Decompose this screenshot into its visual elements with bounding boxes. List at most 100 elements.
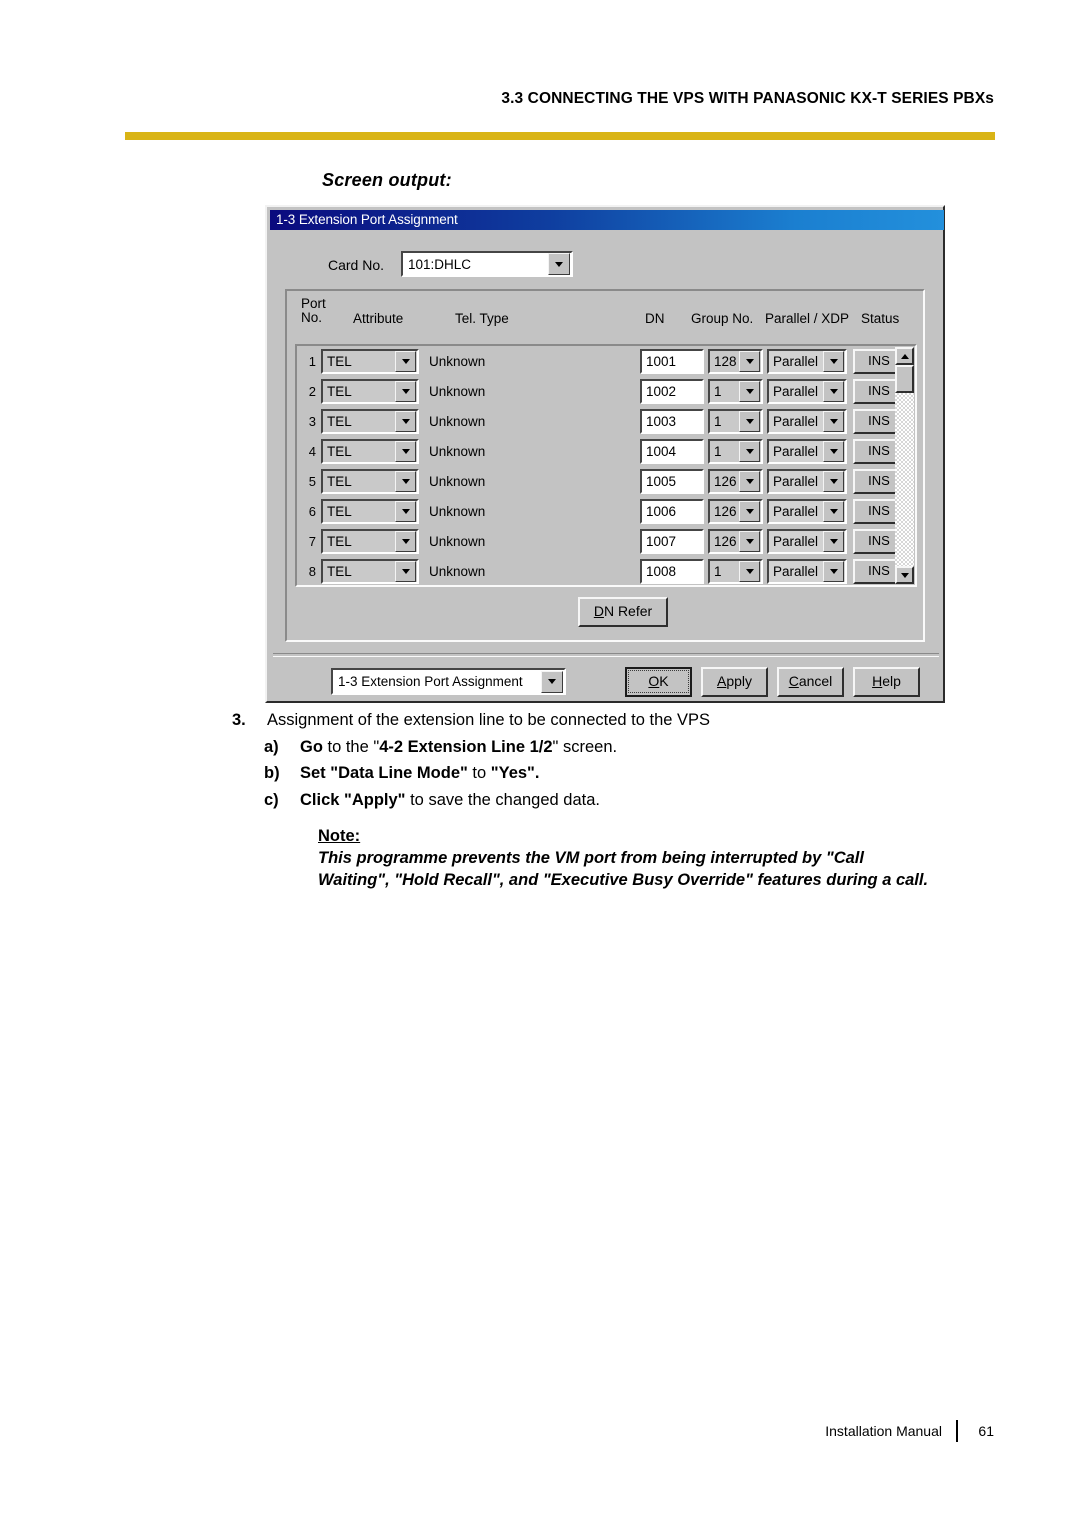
attribute-select[interactable]: TEL — [321, 349, 419, 374]
dn-input[interactable]: 1006 — [640, 499, 704, 524]
attribute-select[interactable]: TEL — [321, 499, 419, 524]
tel-type-value: Unknown — [429, 414, 486, 429]
help-label: elp — [882, 673, 901, 689]
chevron-down-icon[interactable] — [823, 471, 844, 492]
apply-accel: A — [716, 673, 727, 689]
attribute-select[interactable]: TEL — [321, 409, 419, 434]
group-no-select[interactable]: 1 — [708, 439, 763, 464]
attribute-select[interactable]: TEL — [321, 559, 419, 584]
scroll-down-icon[interactable] — [895, 566, 914, 584]
dn-input[interactable]: 1007 — [640, 529, 704, 554]
parallel-xdp-value: Parallel — [773, 564, 819, 579]
group-no-select[interactable]: 126 — [708, 529, 763, 554]
group-no-select[interactable]: 128 — [708, 349, 763, 374]
attribute-select[interactable]: TEL — [321, 469, 419, 494]
table-row: 6 TEL Unknown 1006 126 Parallel INS — [297, 497, 915, 527]
dn-input[interactable]: 1003 — [640, 409, 704, 434]
scrollbar-track[interactable] — [895, 365, 914, 566]
group-no-select[interactable]: 1 — [708, 409, 763, 434]
chevron-down-icon[interactable] — [823, 561, 844, 582]
chevron-down-icon[interactable] — [823, 441, 844, 462]
help-accel: H — [872, 673, 883, 689]
table-row: 7 TEL Unknown 1007 126 Parallel INS — [297, 527, 915, 557]
footer-divider — [956, 1420, 958, 1442]
chevron-down-icon[interactable] — [739, 531, 760, 552]
attribute-value: TEL — [327, 474, 352, 489]
column-header-dn: DN — [645, 311, 665, 326]
tel-type-value: Unknown — [429, 534, 486, 549]
step-3-number: 3. — [232, 711, 246, 729]
chevron-down-icon[interactable] — [395, 351, 416, 372]
attribute-select[interactable]: TEL — [321, 439, 419, 464]
apply-button[interactable]: Apply — [701, 667, 768, 697]
apply-label: pply — [726, 673, 753, 689]
step-3a-mid2: " screen. — [552, 737, 618, 756]
dn-input[interactable]: 1005 — [640, 469, 704, 494]
group-no-select[interactable]: 126 — [708, 469, 763, 494]
chevron-down-icon[interactable] — [739, 351, 760, 372]
step-3a-bold2: 4-2 Extension Line 1/2 — [379, 737, 553, 756]
chevron-down-icon[interactable] — [823, 351, 844, 372]
chevron-down-icon[interactable] — [823, 531, 844, 552]
scrollbar-thumb[interactable] — [895, 365, 914, 393]
help-button[interactable]: Help — [853, 667, 920, 697]
chevron-down-icon[interactable] — [541, 670, 563, 693]
table-row: 3 TEL Unknown 1003 1 Parallel INS — [297, 407, 915, 437]
tel-type-value: Unknown — [429, 384, 486, 399]
dn-input[interactable]: 1002 — [640, 379, 704, 404]
group-no-select[interactable]: 1 — [708, 559, 763, 584]
chevron-down-icon[interactable] — [395, 471, 416, 492]
step-3b-bold2: "Yes". — [490, 764, 540, 782]
chevron-down-icon[interactable] — [739, 441, 760, 462]
card-no-select[interactable]: 101:DHLC — [401, 251, 573, 277]
group-no-select[interactable]: 126 — [708, 499, 763, 524]
parallel-xdp-select[interactable]: Parallel — [767, 469, 847, 494]
chevron-down-icon[interactable] — [395, 561, 416, 582]
parallel-xdp-select[interactable]: Parallel — [767, 349, 847, 374]
chevron-down-icon[interactable] — [739, 471, 760, 492]
group-no-select[interactable]: 1 — [708, 379, 763, 404]
parallel-xdp-select[interactable]: Parallel — [767, 529, 847, 554]
parallel-xdp-select[interactable]: Parallel — [767, 409, 847, 434]
chevron-down-icon[interactable] — [395, 441, 416, 462]
screen-select[interactable]: 1-3 Extension Port Assignment — [331, 668, 566, 695]
chevron-down-icon[interactable] — [739, 561, 760, 582]
chevron-down-icon[interactable] — [395, 411, 416, 432]
chevron-down-icon[interactable] — [395, 381, 416, 402]
dialog-titlebar: 1-3 Extension Port Assignment — [270, 210, 944, 230]
port-number: 7 — [308, 534, 316, 549]
port-list-scrollbar[interactable] — [895, 347, 914, 584]
dn-input[interactable]: 1001 — [640, 349, 704, 374]
column-header-status: Status — [861, 311, 900, 326]
parallel-xdp-select[interactable]: Parallel — [767, 499, 847, 524]
group-no-value: 126 — [714, 504, 737, 519]
chevron-down-icon[interactable] — [823, 411, 844, 432]
attribute-select[interactable]: TEL — [321, 379, 419, 404]
note-block: Note: This programme prevents the VM por… — [318, 826, 1018, 892]
cancel-button[interactable]: Cancel — [777, 667, 844, 697]
chevron-down-icon[interactable] — [395, 531, 416, 552]
dn-input[interactable]: 1004 — [640, 439, 704, 464]
parallel-xdp-select[interactable]: Parallel — [767, 559, 847, 584]
scroll-up-icon[interactable] — [895, 347, 914, 365]
dn-refer-button[interactable]: DN Refer — [578, 597, 668, 627]
tel-type-value: Unknown — [429, 564, 486, 579]
page-header-title: 3.3 CONNECTING THE VPS WITH PANASONIC KX… — [501, 90, 994, 107]
chevron-down-icon[interactable] — [548, 253, 570, 275]
port-number: 2 — [308, 384, 316, 399]
chevron-down-icon[interactable] — [739, 381, 760, 402]
parallel-xdp-value: Parallel — [773, 534, 819, 549]
page-header: 3.3 CONNECTING THE VPS WITH PANASONIC KX… — [0, 0, 1080, 150]
parallel-xdp-select[interactable]: Parallel — [767, 439, 847, 464]
parallel-xdp-select[interactable]: Parallel — [767, 379, 847, 404]
chevron-down-icon[interactable] — [739, 501, 760, 522]
chevron-down-icon[interactable] — [823, 501, 844, 522]
attribute-select[interactable]: TEL — [321, 529, 419, 554]
group-no-value: 1 — [714, 444, 722, 459]
chevron-down-icon[interactable] — [395, 501, 416, 522]
footer-manual-name: Installation Manual — [825, 1423, 942, 1439]
chevron-down-icon[interactable] — [739, 411, 760, 432]
dn-input[interactable]: 1008 — [640, 559, 704, 584]
ok-button[interactable]: OK — [625, 667, 692, 697]
chevron-down-icon[interactable] — [823, 381, 844, 402]
